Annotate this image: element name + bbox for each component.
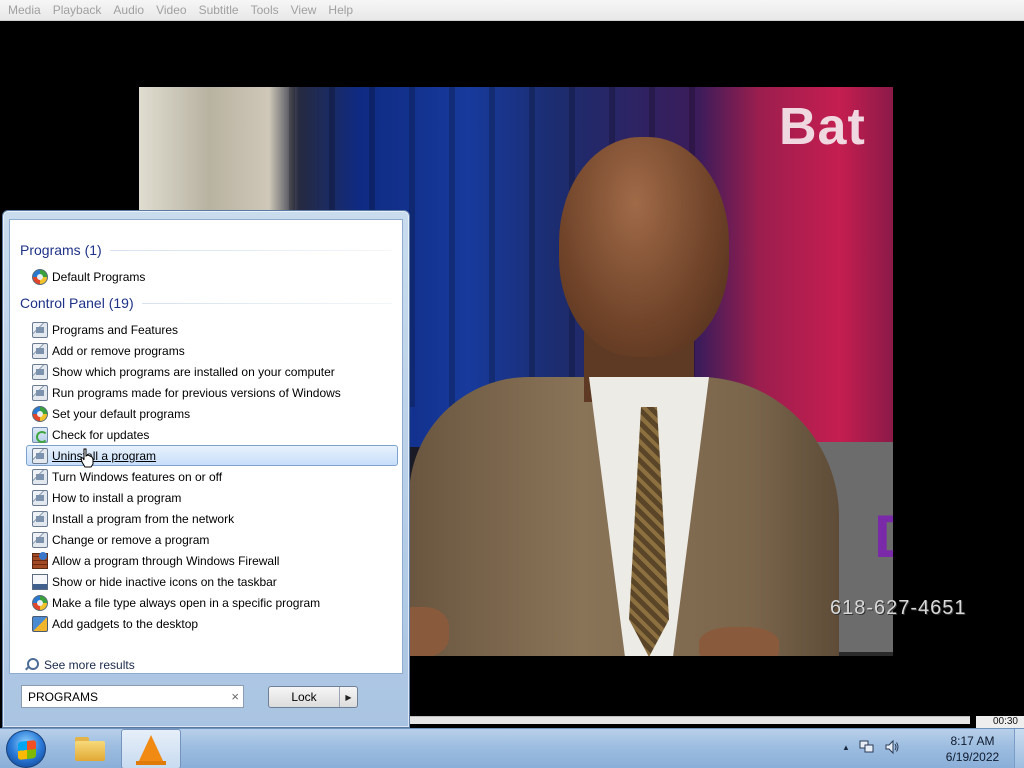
result-add-gadgets[interactable]: Add gadgets to the desktop xyxy=(26,613,398,634)
globe-icon xyxy=(32,405,48,422)
start-search-box[interactable]: × xyxy=(21,685,244,708)
result-label: Change or remove a program xyxy=(52,532,210,547)
control-panel-icon xyxy=(32,468,48,485)
start-search-input[interactable] xyxy=(28,689,218,704)
video-phone-number: 618-627-4651 xyxy=(830,597,967,619)
result-label: Install a program from the network xyxy=(52,511,235,526)
menu-tools[interactable]: Tools xyxy=(245,0,285,21)
taskbar: ▲ 8:17 AM 6/19/2022 xyxy=(0,728,1024,768)
network-icon[interactable] xyxy=(859,739,875,755)
result-label: Set your default programs xyxy=(52,406,191,421)
result-label: Turn Windows features on or off xyxy=(52,469,223,484)
result-label: Run programs made for previous versions … xyxy=(52,385,341,400)
control-panel-icon xyxy=(32,321,48,338)
result-label: Show or hide inactive icons on the taskb… xyxy=(52,574,277,589)
result-show-hide-tray-icons[interactable]: Show or hide inactive icons on the taskb… xyxy=(26,571,398,592)
menu-playback[interactable]: Playback xyxy=(47,0,108,21)
control-panel-icon xyxy=(32,489,48,506)
see-more-label: See more results xyxy=(44,658,135,672)
result-label: Add or remove programs xyxy=(52,343,185,358)
clock-time: 8:17 AM xyxy=(950,734,995,748)
search-icon xyxy=(24,658,39,672)
result-label: Uninstall a program xyxy=(52,448,157,463)
result-label: Allow a program through Windows Firewall xyxy=(52,553,280,568)
result-label: Add gadgets to the desktop xyxy=(52,616,199,631)
taskbar-vlc-button[interactable] xyxy=(121,729,181,768)
firewall-icon xyxy=(32,551,48,569)
result-how-to-install[interactable]: How to install a program xyxy=(26,487,398,508)
group-header-control-panel: Control Panel (19) xyxy=(20,295,392,311)
person-head xyxy=(559,137,729,357)
clock-date: 6/19/2022 xyxy=(945,750,1000,764)
start-button[interactable] xyxy=(6,730,46,768)
group-header-programs: Programs (1) xyxy=(20,242,392,258)
shutdown-options-arrow-icon[interactable]: ▶ xyxy=(339,687,357,707)
time-elapsed: 00:30 xyxy=(976,716,1024,728)
result-label: Programs and Features xyxy=(52,322,179,337)
result-check-for-updates[interactable]: Check for updates xyxy=(26,424,398,445)
seek-bar[interactable] xyxy=(410,716,970,724)
windows-logo-icon xyxy=(18,740,36,760)
result-change-remove-program[interactable]: Change or remove a program xyxy=(26,529,398,550)
menu-subtitle[interactable]: Subtitle xyxy=(193,0,245,21)
control-panel-icon xyxy=(32,531,48,548)
control-panel-icon xyxy=(32,342,48,359)
globe-icon xyxy=(32,268,48,285)
result-show-installed-programs[interactable]: Show which programs are installed on you… xyxy=(26,361,398,382)
taskbar-explorer-button[interactable] xyxy=(60,729,120,768)
volume-icon[interactable] xyxy=(884,739,900,755)
result-run-old-programs[interactable]: Run programs made for previous versions … xyxy=(26,382,398,403)
result-default-programs[interactable]: Default Programs xyxy=(26,266,398,287)
result-allow-through-firewall[interactable]: Allow a program through Windows Firewall xyxy=(26,550,398,571)
hand-cursor-icon xyxy=(80,448,94,468)
menu-audio[interactable]: Audio xyxy=(107,0,150,21)
result-label: Show which programs are installed on you… xyxy=(52,364,335,379)
result-turn-windows-features[interactable]: Turn Windows features on or off xyxy=(26,466,398,487)
system-tray: ▲ xyxy=(842,739,900,755)
taskbar-icon xyxy=(32,573,48,590)
result-label: How to install a program xyxy=(52,490,182,505)
result-programs-and-features[interactable]: Programs and Features xyxy=(26,319,398,340)
result-set-default-programs[interactable]: Set your default programs xyxy=(26,403,398,424)
control-panel-icon xyxy=(32,384,48,401)
control-panel-icon xyxy=(32,510,48,527)
lock-button[interactable]: Lock ▶ xyxy=(268,686,358,708)
lock-button-label[interactable]: Lock xyxy=(269,687,339,707)
result-file-type-associations[interactable]: Make a file type always open in a specif… xyxy=(26,592,398,613)
result-label: Make a file type always open in a specif… xyxy=(52,595,321,610)
result-label: Check for updates xyxy=(52,427,150,442)
globe-icon xyxy=(32,594,48,611)
video-person xyxy=(389,137,889,656)
search-results-pane: Programs (1) Default Programs Control Pa… xyxy=(9,219,403,674)
windows-update-icon xyxy=(32,426,48,443)
result-label: Default Programs xyxy=(52,269,146,284)
menu-help[interactable]: Help xyxy=(322,0,359,21)
folder-icon xyxy=(75,737,105,761)
show-hidden-icons-arrow-icon[interactable]: ▲ xyxy=(842,743,850,752)
menu-view[interactable]: View xyxy=(285,0,323,21)
clear-search-icon[interactable]: × xyxy=(231,689,239,704)
channel-logo: D xyxy=(874,502,893,571)
result-install-from-network[interactable]: Install a program from the network xyxy=(26,508,398,529)
clock[interactable]: 8:17 AM 6/19/2022 xyxy=(935,733,1010,765)
gadgets-icon xyxy=(32,615,48,632)
start-menu: Programs (1) Default Programs Control Pa… xyxy=(2,210,410,728)
vlc-cone-icon xyxy=(136,735,166,765)
show-desktop-button[interactable] xyxy=(1014,729,1024,768)
menu-media[interactable]: Media xyxy=(2,0,47,21)
vlc-menu-bar: Media Playback Audio Video Subtitle Tool… xyxy=(0,0,1024,21)
result-add-remove-programs[interactable]: Add or remove programs xyxy=(26,340,398,361)
control-panel-icon xyxy=(32,363,48,380)
menu-video[interactable]: Video xyxy=(150,0,192,21)
group-header-label: Programs (1) xyxy=(20,242,102,258)
control-panel-icon xyxy=(32,447,48,464)
see-more-results-link[interactable]: See more results xyxy=(24,658,135,672)
group-header-label: Control Panel (19) xyxy=(20,295,134,311)
person-hand-right xyxy=(699,627,779,656)
